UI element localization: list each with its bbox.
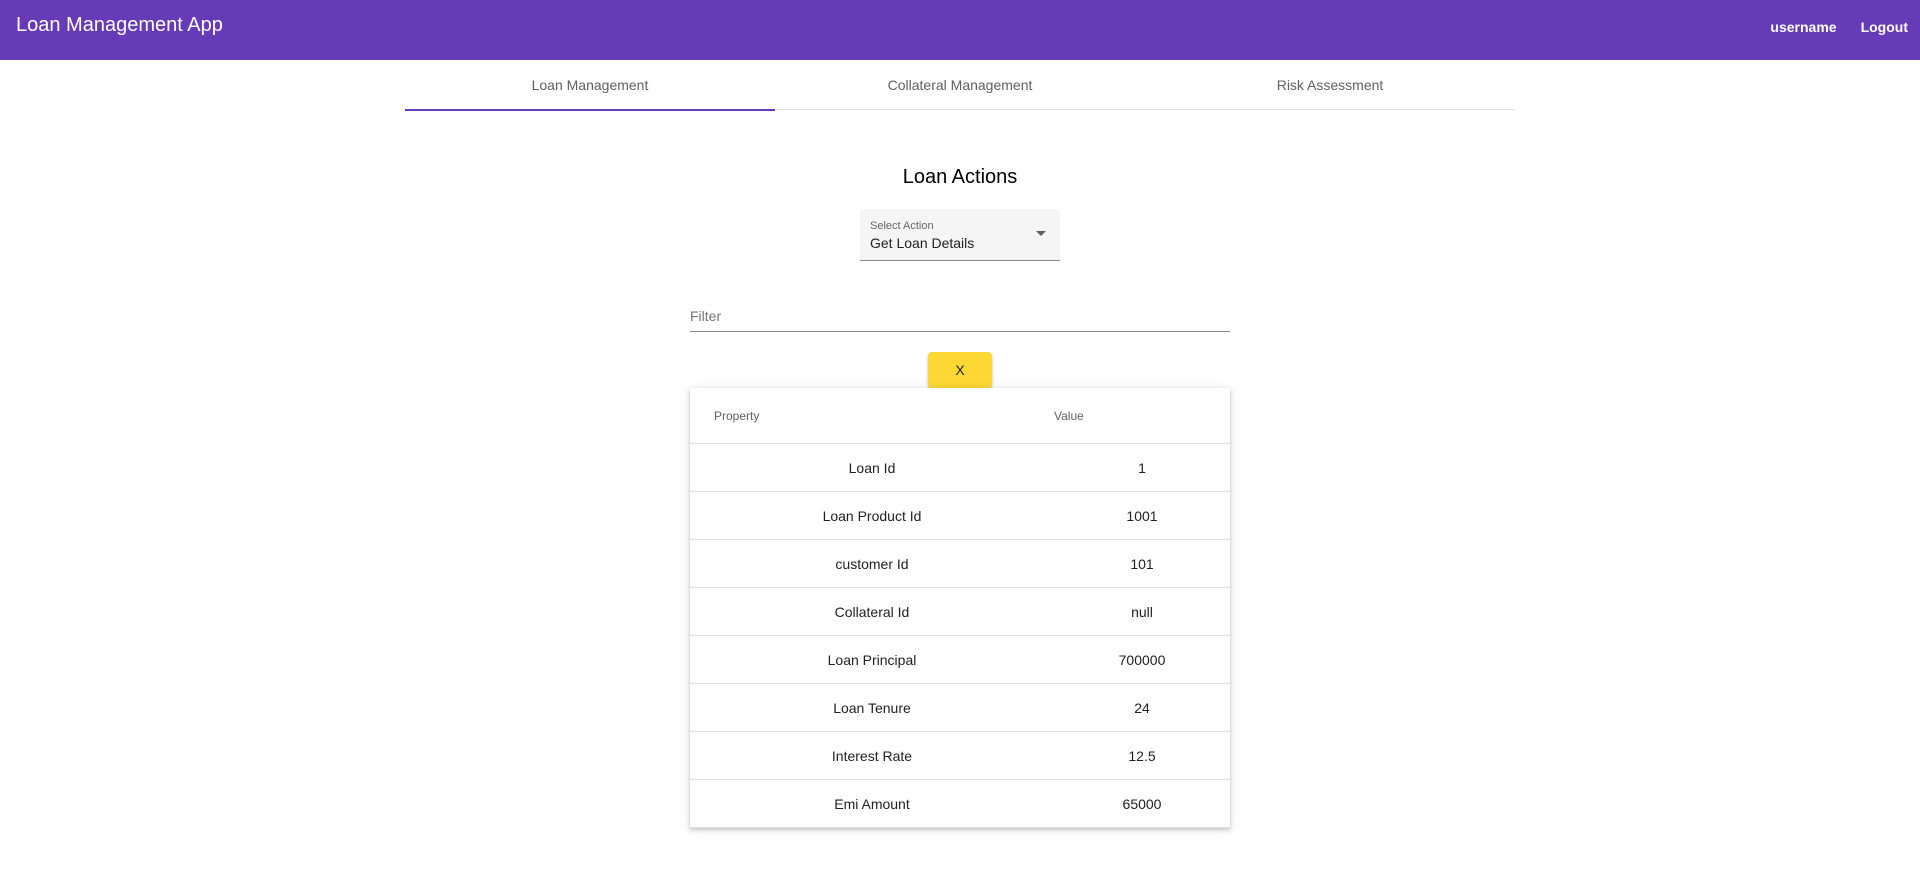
column-header-property: Property xyxy=(690,388,1054,444)
cell-value: 101 xyxy=(1054,539,1230,588)
select-action-value: Get Loan Details xyxy=(870,235,975,251)
table-row: Emi Amount 65000 xyxy=(690,779,1230,828)
cell-property: Interest Rate xyxy=(690,731,1054,780)
table-row: Loan Product Id 1001 xyxy=(690,491,1230,540)
cell-value: 700000 xyxy=(1054,635,1230,684)
table-row: Collateral Id null xyxy=(690,587,1230,636)
cell-value: 1001 xyxy=(1054,491,1230,540)
app-title: Loan Management App xyxy=(16,14,223,36)
clear-filter-button[interactable]: X xyxy=(928,352,992,388)
table-row: Loan Tenure 24 xyxy=(690,683,1230,732)
cell-value: 12.5 xyxy=(1054,731,1230,780)
toolbar-actions: username Logout xyxy=(1758,0,1920,54)
table-header-row: Property Value xyxy=(690,388,1230,444)
cell-value: 65000 xyxy=(1054,779,1230,828)
select-action-label: Select Action xyxy=(870,220,934,232)
cell-property: Loan Id xyxy=(690,443,1054,492)
main-tabs: Loan Management Collateral Management Ri… xyxy=(405,60,1515,111)
cell-property: Collateral Id xyxy=(690,587,1054,636)
cell-property: customer Id xyxy=(690,539,1054,588)
app-toolbar: Loan Management App username Logout xyxy=(0,0,1920,60)
cell-property: Loan Product Id xyxy=(690,491,1054,540)
select-action-dropdown[interactable]: Select Action Get Loan Details xyxy=(860,209,1060,261)
table-row: Loan Principal 700000 xyxy=(690,635,1230,684)
tab-collateral-management[interactable]: Collateral Management xyxy=(775,60,1145,110)
cell-property: Loan Principal xyxy=(690,635,1054,684)
username-button[interactable]: username xyxy=(1758,9,1848,45)
column-header-value: Value xyxy=(1054,388,1230,444)
table-row: Loan Id 1 xyxy=(690,443,1230,492)
tab-loan-management[interactable]: Loan Management xyxy=(405,60,775,111)
loan-details-table: Property Value Loan Id 1 Loan Product Id… xyxy=(690,388,1230,828)
tab-risk-assessment[interactable]: Risk Assessment xyxy=(1145,60,1515,110)
cell-value: 24 xyxy=(1054,683,1230,732)
cell-value: null xyxy=(1054,587,1230,636)
chevron-down-icon xyxy=(1036,231,1046,236)
logout-button[interactable]: Logout xyxy=(1849,9,1920,45)
filter-input[interactable] xyxy=(690,308,1230,324)
cell-value: 1 xyxy=(1054,443,1230,492)
table-row: Interest Rate 12.5 xyxy=(690,731,1230,780)
cell-property: Emi Amount xyxy=(690,779,1054,828)
cell-property: Loan Tenure xyxy=(690,683,1054,732)
page-title: Loan Actions xyxy=(902,166,1018,188)
filter-field xyxy=(690,300,1230,332)
table-row: customer Id 101 xyxy=(690,539,1230,588)
